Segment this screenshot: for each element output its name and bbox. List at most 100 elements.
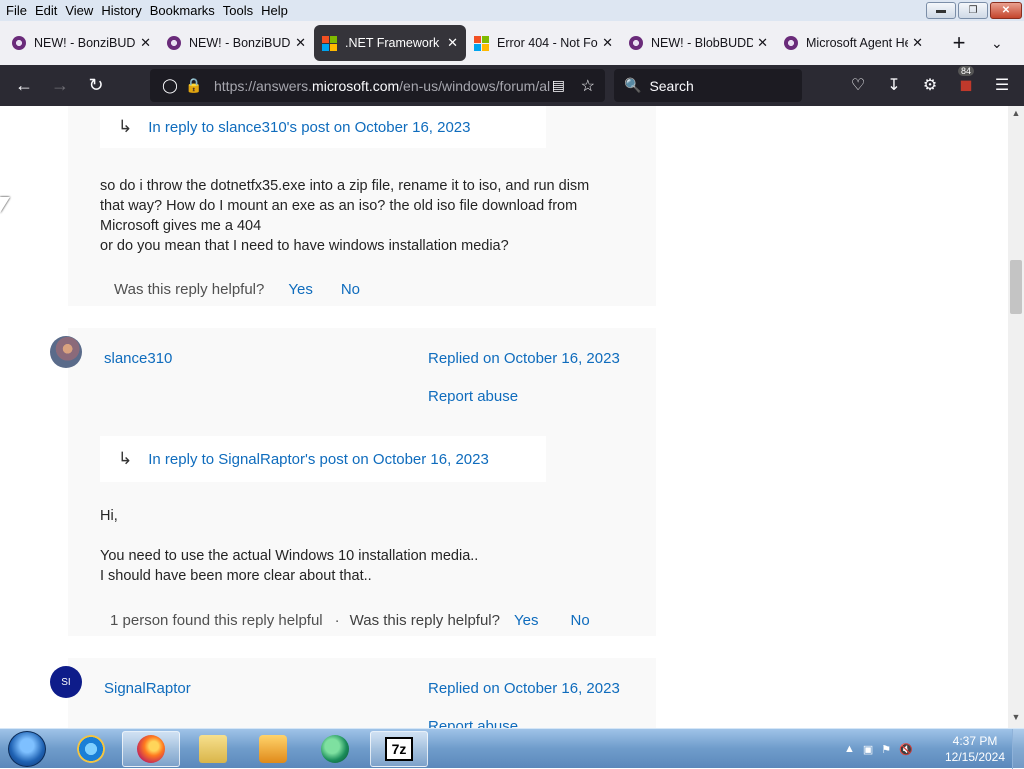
body-line: so do i throw the dotnetfx35.exe into a …: [100, 178, 590, 194]
mouse-cursor-icon: [0, 197, 10, 213]
close-window-button[interactable]: ✕: [990, 2, 1022, 19]
hamburger-menu-icon[interactable]: ☰: [984, 69, 1020, 101]
in-reply-to: ↳ In reply to slance310's post on Octobe…: [100, 106, 546, 148]
report-abuse-link[interactable]: Report abuse: [428, 388, 518, 405]
back-arrow-icon[interactable]: ←: [6, 70, 42, 102]
7zip-icon: 7z: [385, 737, 413, 761]
in-reply-to-link[interactable]: In reply to slance310's post on October …: [148, 119, 470, 136]
tab-title: .NET Framework 3.5: [345, 36, 443, 50]
close-tab-icon[interactable]: ✕: [140, 35, 151, 51]
helpful-no-button[interactable]: No: [341, 281, 360, 298]
firefox-icon: [137, 735, 165, 763]
minimize-button[interactable]: ▬: [926, 2, 956, 19]
clock[interactable]: 4:37 PM 12/15/2024: [942, 733, 1008, 765]
reader-view-icon[interactable]: ▤: [552, 77, 565, 94]
scroll-thumb[interactable]: [1010, 260, 1022, 314]
menu-bar: File Edit View History Bookmarks Tools H…: [0, 0, 1024, 21]
tab-blobbuddy[interactable]: NEW! - BlobBUDDY ✕: [621, 25, 776, 61]
lock-icon[interactable]: 🔒: [182, 77, 206, 94]
avatar[interactable]: [50, 336, 82, 368]
taskbar-firefox[interactable]: [122, 731, 180, 767]
tab-title: NEW! - BonziBUDDY: [34, 36, 136, 50]
start-button[interactable]: [8, 731, 46, 767]
replied-date: Replied on October 16, 2023: [428, 680, 620, 697]
helpful-yes-button[interactable]: Yes: [288, 281, 312, 298]
list-all-tabs-icon[interactable]: ⌄: [991, 35, 1003, 52]
forward-arrow-icon[interactable]: →: [42, 70, 78, 102]
shield-icon[interactable]: ◯: [158, 77, 182, 94]
helpful-row: 1 person found this reply helpful · Was …: [110, 612, 590, 629]
menu-edit[interactable]: Edit: [33, 3, 63, 18]
bonzi-icon: [12, 36, 26, 50]
reply-arrow-icon: ↳: [118, 117, 133, 136]
vertical-scrollbar[interactable]: ▲ ▼: [1008, 106, 1024, 728]
tab-net-framework[interactable]: .NET Framework 3.5 ✕: [314, 25, 466, 61]
menu-view[interactable]: View: [63, 3, 99, 18]
close-tab-icon[interactable]: ✕: [757, 35, 768, 51]
url-bar[interactable]: ◯ 🔒 https://answers.microsoft.com/en-us/…: [150, 69, 605, 102]
search-icon: 🔍: [624, 77, 642, 93]
tab-strip: NEW! - BonziBUDDY ✕ NEW! - BonziBUDDY ✕ …: [0, 21, 1024, 65]
show-hidden-icons-icon[interactable]: ▲: [844, 743, 855, 755]
extensions-icon[interactable]: ⚙: [912, 69, 948, 101]
close-tab-icon[interactable]: ✕: [295, 35, 306, 51]
in-reply-to-link[interactable]: In reply to SignalRaptor's post on Octob…: [148, 451, 489, 468]
body-line: I should have been more clear about that…: [100, 568, 372, 584]
found-helpful-count: 1 person found this reply helpful: [110, 612, 323, 629]
reply-body: Hi, You need to use the actual Windows 1…: [100, 506, 640, 586]
tab-bonzibuddy-1[interactable]: NEW! - BonziBUDDY ✕: [4, 25, 159, 61]
helpful-yes-button[interactable]: Yes: [514, 612, 538, 629]
close-tab-icon[interactable]: ✕: [447, 35, 458, 51]
clock-time: 4:37 PM: [952, 734, 998, 748]
menu-help[interactable]: Help: [259, 3, 294, 18]
search-input[interactable]: 🔍 Search: [614, 69, 802, 102]
helpful-no-button[interactable]: No: [570, 612, 589, 629]
report-abuse-link[interactable]: Report abuse: [428, 718, 518, 728]
downloads-icon[interactable]: ↧: [876, 69, 912, 101]
bookmark-star-icon[interactable]: ☆: [581, 76, 595, 96]
menu-history[interactable]: History: [99, 3, 147, 18]
menu-file[interactable]: File: [4, 3, 33, 18]
author-name[interactable]: SignalRaptor: [104, 680, 191, 697]
tab-bonzibuddy-2[interactable]: NEW! - BonziBUDDY ✕: [159, 25, 314, 61]
bonzi-icon: [167, 36, 181, 50]
taskbar-internet-explorer[interactable]: [62, 731, 120, 767]
bonzi-icon: [784, 36, 798, 50]
taskbar-media-player[interactable]: [244, 731, 302, 767]
globe-app-icon: [321, 735, 349, 763]
action-center-flag-icon[interactable]: ⚑: [881, 743, 891, 756]
body-line: You need to use the actual Windows 10 in…: [100, 548, 479, 564]
tab-microsoft-agent[interactable]: Microsoft Agent Help ✕: [776, 25, 931, 61]
show-desktop-button[interactable]: [1012, 729, 1024, 769]
tab-title: NEW! - BonziBUDDY: [189, 36, 291, 50]
tab-title: Error 404 - Not Found: [497, 36, 598, 50]
menu-bookmarks[interactable]: Bookmarks: [148, 3, 221, 18]
microsoft-icon: [474, 35, 489, 51]
helpful-row: Was this reply helpful? Yes No: [114, 281, 360, 298]
close-tab-icon[interactable]: ✕: [602, 35, 613, 51]
reply-body: so do i throw the dotnetfx35.exe into a …: [100, 176, 640, 256]
body-line: or do you mean that I need to have windo…: [100, 238, 509, 254]
taskbar-app[interactable]: [306, 731, 364, 767]
body-line: that way? How do I mount an exe as an is…: [100, 198, 578, 214]
restore-button[interactable]: ❐: [958, 2, 988, 19]
network-icon[interactable]: ▣: [863, 743, 873, 756]
url-text[interactable]: https://answers.microsoft.com/en-us/wind…: [214, 78, 550, 94]
menu-tools[interactable]: Tools: [221, 3, 259, 18]
reload-icon[interactable]: ↻: [78, 70, 114, 102]
avatar[interactable]: SI: [50, 666, 82, 698]
tab-title: NEW! - BlobBUDDY: [651, 36, 754, 50]
scroll-up-arrow-icon[interactable]: ▲: [1008, 108, 1024, 122]
helpful-question: Was this reply helpful?: [349, 612, 500, 629]
tab-error-404[interactable]: Error 404 - Not Found ✕: [466, 25, 621, 61]
scroll-down-arrow-icon[interactable]: ▼: [1008, 712, 1024, 726]
close-tab-icon[interactable]: ✕: [912, 35, 923, 51]
pocket-icon[interactable]: ♡: [840, 69, 876, 101]
volume-muted-icon[interactable]: 🔇: [899, 743, 913, 756]
taskbar-explorer[interactable]: [184, 731, 242, 767]
author-name[interactable]: slance310: [104, 350, 172, 367]
body-line: Hi,: [100, 508, 118, 524]
taskbar-7zip[interactable]: 7z: [370, 731, 428, 767]
new-tab-button[interactable]: +: [945, 30, 973, 56]
